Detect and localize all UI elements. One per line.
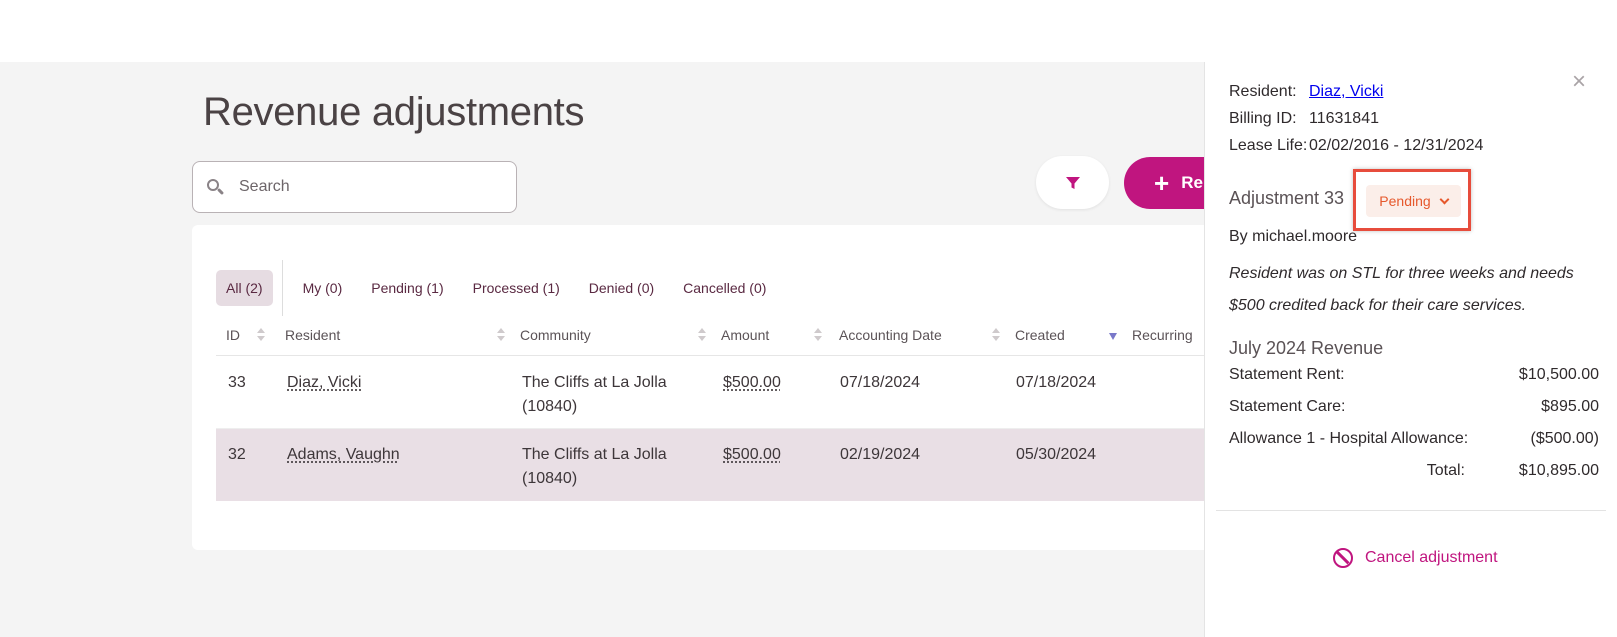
cell-id: 33: [228, 374, 246, 391]
revenue-line-item: Statement Rent: $10,500.00: [1229, 366, 1599, 384]
table-row[interactable]: 32 Adams, Vaughn The Cliffs at La Jolla(…: [216, 429, 1216, 501]
search-input[interactable]: Search: [239, 178, 290, 196]
plus-icon: +: [1154, 168, 1170, 198]
cell-accounting-date: 07/18/2024: [840, 374, 921, 391]
line-item-amount: $895.00: [1541, 398, 1599, 415]
sort-icon[interactable]: [257, 327, 265, 343]
sort-icon[interactable]: [814, 327, 822, 343]
column-header-accounting-date[interactable]: Accounting Date: [839, 327, 942, 343]
tab-cancelled[interactable]: Cancelled (0): [673, 270, 776, 306]
cancel-adjustment-button[interactable]: Cancel adjustment: [1333, 548, 1498, 568]
total-label: Total:: [1426, 462, 1465, 479]
cell-accounting-date: 02/19/2024: [840, 446, 921, 463]
page-title: Revenue adjustments: [203, 90, 585, 134]
revenue-line-item: Allowance 1 - Hospital Allowance: ($500.…: [1229, 430, 1599, 448]
resident-link[interactable]: Adams, Vaughn: [287, 443, 400, 467]
tab-all[interactable]: All (2): [216, 270, 273, 306]
adjustment-note: Resident was on STL for three weeks and …: [1229, 265, 1574, 314]
lease-life-value: 02/02/2016 - 12/31/2024: [1309, 137, 1484, 154]
resident-detail-link[interactable]: Diaz, Vicki: [1309, 83, 1383, 101]
author-line: By michael.moore: [1229, 228, 1358, 245]
resident-label: Resident:: [1229, 83, 1297, 100]
table-row[interactable]: 33 Diaz, Vicki The Cliffs at La Jolla (10…: [216, 357, 1216, 429]
lease-life-row: Lease Life: 02/02/2016 - 12/31/2024: [1229, 137, 1483, 155]
close-icon[interactable]: ×: [1572, 70, 1586, 94]
column-header-id[interactable]: ID: [226, 327, 240, 343]
revenue-line-item: Statement Care: $895.00: [1229, 398, 1599, 416]
sort-desc-icon[interactable]: [1109, 333, 1117, 340]
line-item-label: Allowance 1 - Hospital Allowance:: [1229, 430, 1469, 447]
tab-pending[interactable]: Pending (1): [361, 270, 453, 306]
search-icon: [207, 179, 225, 196]
resident-link[interactable]: Diaz, Vicki: [287, 371, 361, 395]
billing-id-value: 11631841: [1309, 110, 1379, 127]
filter-tabs: All (2) My (0) Pending (1) Processed (1)…: [216, 260, 785, 316]
tab-my[interactable]: My (0): [293, 270, 353, 306]
line-item-label: Statement Rent:: [1229, 366, 1345, 383]
line-item-amount: $10,500.00: [1518, 366, 1599, 383]
sort-icon[interactable]: [497, 327, 505, 343]
billing-id-label: Billing ID:: [1229, 110, 1297, 127]
tab-divider: [281, 260, 283, 316]
line-item-label: Statement Care:: [1229, 398, 1346, 415]
top-bar: [0, 0, 1617, 62]
filter-icon: [1065, 176, 1080, 189]
search-box[interactable]: Search: [192, 161, 517, 213]
cancel-icon: [1333, 548, 1353, 568]
status-dropdown[interactable]: Pending: [1366, 185, 1461, 217]
cell-created: 07/18/2024: [1016, 374, 1097, 391]
total-amount: $10,895.00: [1518, 462, 1599, 479]
amount-link[interactable]: $500.00: [723, 371, 781, 395]
new-adjustment-label: Re: [1181, 173, 1203, 192]
tab-denied[interactable]: Denied (0): [579, 270, 664, 306]
cell-id: 32: [228, 446, 246, 463]
chevron-down-icon: [1439, 194, 1450, 204]
column-header-amount[interactable]: Amount: [721, 327, 769, 343]
cell-community: The Cliffs at La Jolla (10840): [522, 374, 667, 415]
panel-divider: [1216, 510, 1606, 511]
adjustment-title: Adjustment 33: [1229, 188, 1345, 208]
status-label: Pending: [1379, 193, 1431, 209]
cancel-adjustment-label: Cancel adjustment: [1365, 549, 1498, 566]
filter-button[interactable]: [1036, 156, 1109, 209]
line-item-amount: ($500.00): [1530, 430, 1600, 447]
billing-id-row: Billing ID: 11631841: [1229, 110, 1379, 128]
revenue-title: July 2024 Revenue: [1229, 338, 1384, 358]
column-header-community[interactable]: Community: [520, 327, 591, 343]
tab-processed[interactable]: Processed (1): [463, 270, 570, 306]
cell-created: 05/30/2024: [1016, 446, 1097, 463]
amount-link[interactable]: $500.00: [723, 443, 781, 467]
cell-community: The Cliffs at La Jolla (10840): [522, 446, 667, 487]
lease-life-label: Lease Life:: [1229, 137, 1308, 154]
table-header: ID Resident Community Amount Accounting …: [216, 323, 1216, 356]
sort-icon[interactable]: [992, 327, 1000, 343]
sort-icon[interactable]: [698, 327, 706, 343]
column-header-created[interactable]: Created: [1015, 327, 1065, 343]
column-header-recurring[interactable]: Recurring: [1132, 327, 1193, 343]
resident-row: Resident: Diaz, Vicki: [1229, 83, 1383, 101]
column-header-resident[interactable]: Resident: [285, 327, 340, 343]
